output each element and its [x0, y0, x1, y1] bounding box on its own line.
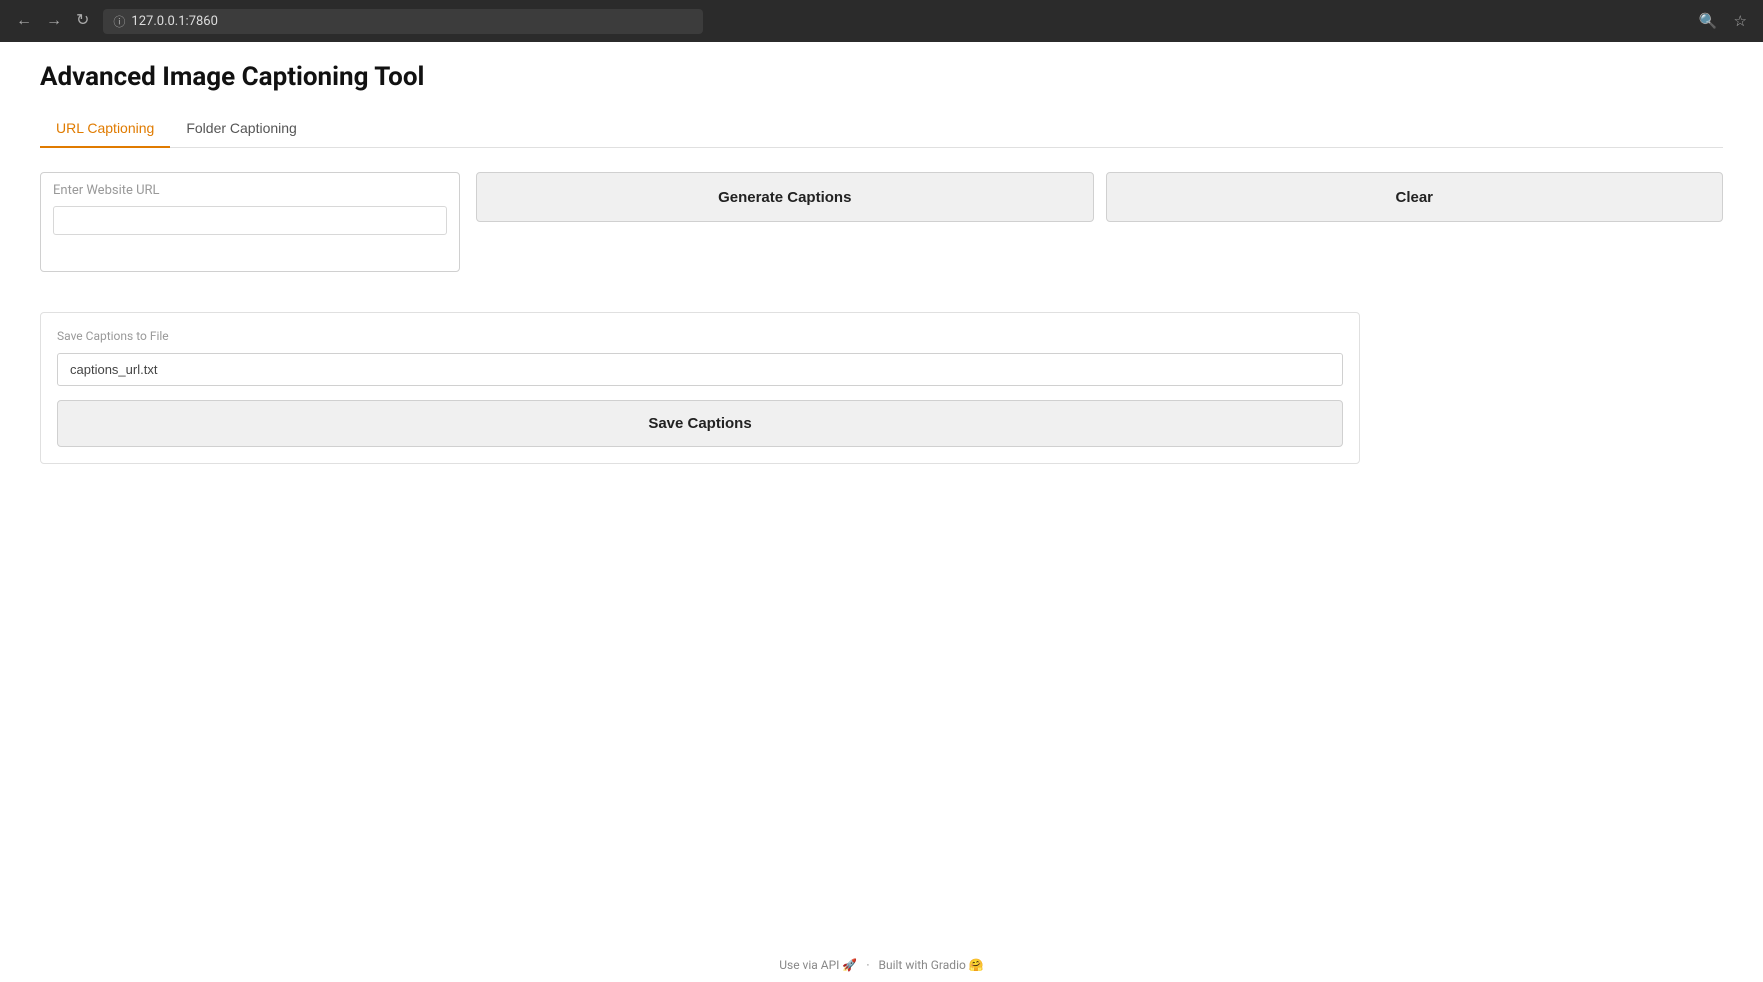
- save-file-input[interactable]: [57, 353, 1343, 386]
- browser-right-icons: 🔍 ☆: [1695, 10, 1751, 32]
- tabs: URL Captioning Folder Captioning: [40, 110, 1723, 148]
- clear-button[interactable]: Clear: [1106, 172, 1724, 222]
- built-text: Built with Gradio: [878, 958, 965, 972]
- save-captions-button[interactable]: Save Captions: [57, 400, 1343, 447]
- action-buttons: Generate Captions Clear: [476, 172, 1723, 222]
- address-bar[interactable]: ⓘ 127.0.0.1:7860: [103, 9, 703, 34]
- address-icon: ⓘ: [113, 13, 125, 30]
- api-emoji: 🚀: [842, 958, 857, 972]
- footer-separator: ·: [866, 958, 869, 972]
- page-title: Advanced Image Captioning Tool: [40, 62, 1723, 92]
- refresh-button[interactable]: ↻: [72, 11, 93, 31]
- page-content: Advanced Image Captioning Tool URL Capti…: [0, 42, 1763, 524]
- gradio-link[interactable]: Built with Gradio 🤗: [878, 958, 983, 972]
- gradio-emoji: 🤗: [969, 958, 984, 972]
- api-link[interactable]: Use via API 🚀: [779, 958, 860, 972]
- zoom-button[interactable]: 🔍: [1695, 10, 1722, 32]
- nav-buttons: ← → ↻: [12, 11, 93, 31]
- browser-chrome: ← → ↻ ⓘ 127.0.0.1:7860 🔍 ☆: [0, 0, 1763, 42]
- back-button[interactable]: ←: [12, 11, 36, 31]
- url-input-label: Enter Website URL: [53, 183, 447, 198]
- forward-button[interactable]: →: [42, 11, 66, 31]
- save-label: Save Captions to File: [57, 329, 1343, 343]
- url-section: Enter Website URL Generate Captions Clea…: [40, 172, 1723, 272]
- api-text: Use via API: [779, 958, 839, 972]
- footer: Use via API 🚀 · Built with Gradio 🤗: [0, 948, 1763, 982]
- save-section: Save Captions to File Save Captions: [40, 312, 1360, 464]
- tab-folder-captioning[interactable]: Folder Captioning: [170, 110, 313, 148]
- address-text: 127.0.0.1:7860: [131, 14, 218, 29]
- generate-captions-button[interactable]: Generate Captions: [476, 172, 1094, 222]
- url-input-wrapper: Enter Website URL: [40, 172, 460, 272]
- url-input[interactable]: [53, 206, 447, 235]
- bookmark-button[interactable]: ☆: [1730, 10, 1751, 32]
- tab-url-captioning[interactable]: URL Captioning: [40, 110, 170, 148]
